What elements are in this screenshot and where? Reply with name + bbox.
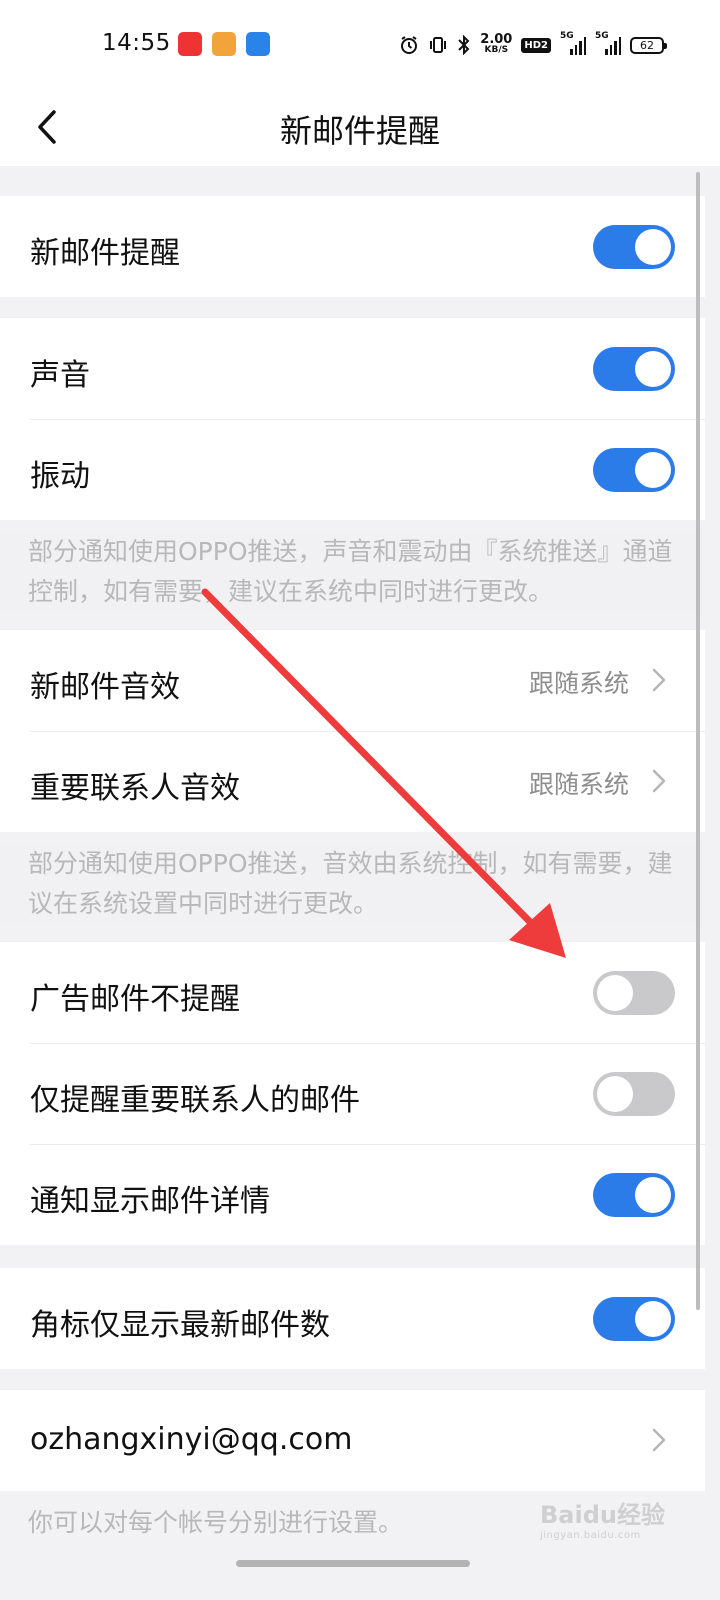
row-vip-sound[interactable]: 重要联系人音效 跟随系统 bbox=[0, 731, 705, 832]
toggle-knob bbox=[597, 1076, 633, 1112]
note-push-sound-vibrate: 部分通知使用OPPO推送，声音和震动由『系统推送』通道控制，如有需要，建议在系统… bbox=[0, 532, 705, 612]
oppo-app-icon bbox=[178, 32, 202, 56]
row-label: 新邮件音效 bbox=[30, 670, 180, 705]
toggle-knob bbox=[635, 1301, 671, 1337]
chevron-right-icon bbox=[652, 1428, 666, 1452]
chevron-right-icon bbox=[652, 668, 666, 692]
row-show-details[interactable]: 通知显示邮件详情 bbox=[0, 1144, 705, 1245]
section-filters: 广告邮件不提醒 仅提醒重要联系人的邮件 通知显示邮件详情 bbox=[0, 942, 705, 1245]
no-ad-alert-toggle[interactable] bbox=[593, 971, 675, 1015]
row-vip-only[interactable]: 仅提醒重要联系人的邮件 bbox=[0, 1043, 705, 1144]
row-vibrate[interactable]: 振动 bbox=[0, 419, 705, 520]
sound-toggle[interactable] bbox=[593, 347, 675, 391]
toggle-knob bbox=[635, 452, 671, 488]
battery-icon: 62 bbox=[630, 36, 667, 54]
vibrate-icon bbox=[430, 37, 447, 53]
row-value: 跟随系统 bbox=[528, 669, 629, 698]
status-indicators: 2.00 KB/S HD2 5G 5G 62 bbox=[399, 31, 667, 58]
row-label: 角标仅显示最新邮件数 bbox=[30, 1308, 330, 1343]
bluetooth-icon bbox=[458, 35, 470, 55]
row-label: 声音 bbox=[30, 358, 90, 393]
new-mail-alert-toggle[interactable] bbox=[593, 225, 675, 269]
row-label: 仅提醒重要联系人的邮件 bbox=[30, 1083, 360, 1118]
signal-icon: 5G bbox=[560, 31, 586, 55]
signal-icon-2: 5G bbox=[595, 31, 621, 55]
section-sound-vibrate: 声音 振动 bbox=[0, 318, 705, 520]
account-email: ozhangxinyi@qq.com bbox=[30, 1422, 353, 1457]
row-badge-latest[interactable]: 角标仅显示最新邮件数 bbox=[0, 1268, 705, 1369]
vip-only-toggle[interactable] bbox=[593, 1072, 675, 1116]
row-account[interactable]: ozhangxinyi@qq.com bbox=[0, 1390, 705, 1491]
home-indicator[interactable] bbox=[236, 1560, 470, 1567]
section-main: 新邮件提醒 bbox=[0, 196, 705, 297]
baidu-watermark: Baidu经验 jingyan.baidu.com bbox=[540, 1501, 665, 1541]
alipay-icon bbox=[246, 32, 270, 56]
scrollbar[interactable] bbox=[696, 172, 700, 1310]
section-sound-effects: 新邮件音效 跟随系统 重要联系人音效 跟随系统 bbox=[0, 630, 705, 832]
alarm-icon bbox=[401, 36, 418, 54]
toggle-knob bbox=[635, 351, 671, 387]
status-bar: 14:55 2.00 KB/S HD2 5G 5G 62 bbox=[0, 0, 720, 90]
row-value: 跟随系统 bbox=[528, 770, 629, 799]
hd-badge: HD2 bbox=[521, 37, 551, 53]
nav-bar: 新邮件提醒 bbox=[0, 90, 720, 166]
weibo-icon bbox=[212, 32, 236, 56]
toggle-knob bbox=[597, 975, 633, 1011]
page-title: 新邮件提醒 bbox=[279, 112, 440, 150]
row-label: 振动 bbox=[30, 459, 90, 494]
chevron-right-icon bbox=[652, 769, 666, 793]
row-label: 重要联系人音效 bbox=[30, 771, 240, 806]
section-badge: 角标仅显示最新邮件数 bbox=[0, 1268, 705, 1369]
toggle-knob bbox=[635, 1177, 671, 1213]
row-new-mail-sound[interactable]: 新邮件音效 跟随系统 bbox=[0, 630, 705, 731]
row-new-mail-alert[interactable]: 新邮件提醒 bbox=[0, 196, 705, 297]
vibrate-toggle[interactable] bbox=[593, 448, 675, 492]
toggle-knob bbox=[635, 229, 671, 265]
net-speed: 2.00 KB/S bbox=[480, 32, 513, 55]
note-push-sound-effects: 部分通知使用OPPO推送，音效由系统控制，如有需要，建议在系统设置中同时进行更改… bbox=[0, 844, 705, 924]
row-no-ad-alert[interactable]: 广告邮件不提醒 bbox=[0, 942, 705, 1043]
badge-latest-toggle[interactable] bbox=[593, 1297, 675, 1341]
row-label: 新邮件提醒 bbox=[30, 236, 180, 271]
row-label: 广告邮件不提醒 bbox=[30, 982, 240, 1017]
status-time: 14:55 bbox=[102, 30, 171, 56]
row-label: 通知显示邮件详情 bbox=[30, 1184, 270, 1219]
row-sound[interactable]: 声音 bbox=[0, 318, 705, 419]
section-account: ozhangxinyi@qq.com bbox=[0, 1390, 705, 1491]
show-details-toggle[interactable] bbox=[593, 1173, 675, 1217]
